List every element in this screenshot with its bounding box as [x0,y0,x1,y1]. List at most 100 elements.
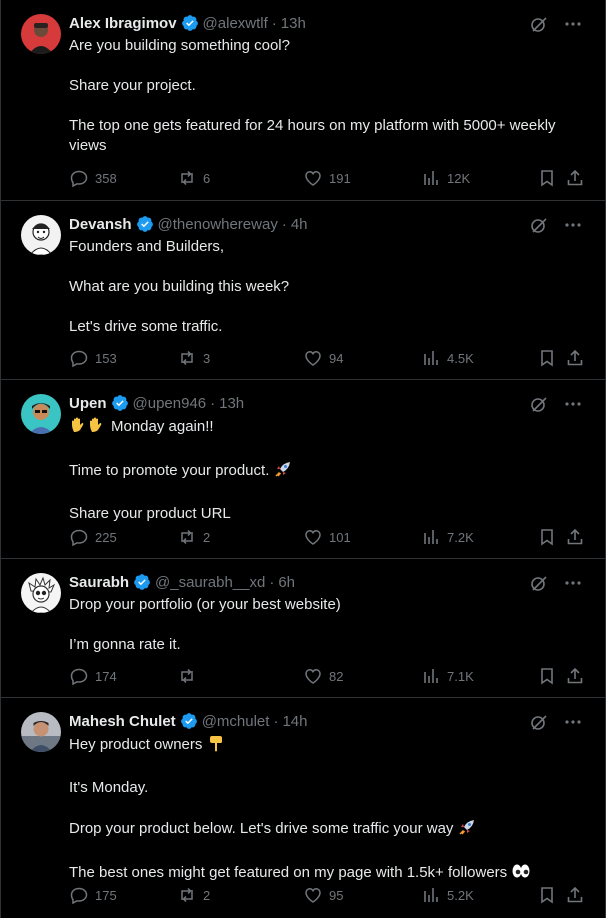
grok-icon[interactable] [529,394,549,414]
author-name[interactable]: Upen [69,395,107,412]
share-button[interactable] [565,168,585,188]
author-handle[interactable]: @_saurabh__xd [155,574,265,591]
author-handle[interactable]: @mchulet [202,713,270,730]
bookmark-button[interactable] [537,168,557,188]
more-icon[interactable] [563,14,583,34]
eyes-emoji-icon [511,862,531,886]
author-name[interactable]: Saurabh [69,574,129,591]
reply-icon [70,887,88,905]
like-button[interactable]: 191 [303,168,351,188]
tweet[interactable]: Mahesh Chulet @mchulet · 14h Hey product… [1,698,605,917]
author-name[interactable]: Devansh [69,216,132,233]
tweet-text: Hey product owners It's Monday. Drop you… [69,734,585,886]
repost-button[interactable] [177,666,203,686]
bookmark-button[interactable] [537,348,557,368]
grok-icon[interactable] [529,215,549,235]
view-count: 12K [447,170,471,186]
author-name[interactable]: Alex Ibragimov [69,15,177,32]
tweet-header: Mahesh Chulet @mchulet · 14h [69,711,535,731]
avatar[interactable] [21,14,61,54]
tweet-top-actions [529,712,583,732]
repost-button[interactable]: 2 [177,885,210,905]
reply-button[interactable]: 225 [69,527,117,547]
rocket-emoji-icon [458,818,476,842]
like-button[interactable]: 95 [303,885,343,905]
share-button[interactable] [565,527,585,547]
like-button[interactable]: 101 [303,527,351,547]
tweet[interactable]: Saurabh @_saurabh__xd · 6h Drop your por… [1,559,605,698]
tweet[interactable]: Devansh @thenowhereway · 4h Founders and… [1,201,605,380]
tweet-header: Devansh @thenowhereway · 4h [69,214,535,234]
tweet[interactable]: Alex Ibragimov @alexwtlf · 13h Are you b… [1,0,605,201]
more-icon[interactable] [563,712,583,732]
views-button[interactable]: 7.1K [421,666,474,686]
avatar[interactable] [21,712,61,752]
views-icon [424,669,438,683]
reply-count: 358 [95,170,117,186]
grok-icon[interactable] [529,573,549,593]
author-handle[interactable]: @upen946 [133,395,207,412]
views-button[interactable]: 7.2K [421,527,474,547]
like-button[interactable]: 94 [303,348,343,368]
tweet-top-actions [529,573,583,593]
like-button[interactable]: 82 [303,666,343,686]
author-handle[interactable]: @alexwtlf [203,15,268,32]
share-button[interactable] [565,348,585,368]
author-name[interactable]: Mahesh Chulet [69,713,176,730]
separator-dot: · [271,14,277,32]
views-button[interactable]: 4.5K [421,348,474,368]
avatar[interactable] [21,394,61,434]
share-icon [567,667,583,684]
like-icon [305,530,321,545]
reply-button[interactable]: 174 [69,666,117,686]
timestamp[interactable]: 6h [278,574,295,591]
views-button[interactable]: 5.2K [421,885,474,905]
author-handle[interactable]: @thenowhereway [158,216,278,233]
timestamp[interactable]: 4h [291,216,308,233]
views-icon [424,530,438,544]
like-count: 101 [329,529,351,545]
repost-button[interactable]: 3 [177,348,210,368]
views-button[interactable]: 12K [421,168,470,188]
verified-badge-icon [134,574,150,590]
repost-count: 2 [203,529,211,545]
grok-icon[interactable] [529,14,549,34]
repost-count: 3 [203,350,211,366]
repost-button[interactable]: 6 [177,168,210,188]
bookmark-button[interactable] [537,527,557,547]
tweet-text: Founders and Builders, What are you buil… [69,237,585,337]
tweet-line-text: The best ones might get featured on my p… [69,864,508,881]
like-icon [305,171,321,186]
tweet-line: Let's drive some traffic. [69,318,223,335]
bookmark-icon [541,668,553,685]
tweet[interactable]: Upen @upen946 · 13h Monday again!! Time … [1,380,605,559]
tweet-top-actions [529,394,583,414]
tweet-header: Alex Ibragimov @alexwtlf · 13h [69,13,535,33]
tweet-line-text: Hey product owners [69,736,203,753]
avatar[interactable] [21,573,61,613]
rocket-emoji-icon [274,460,292,484]
reply-button[interactable]: 175 [69,885,117,905]
more-icon[interactable] [563,215,583,235]
tweet-top-actions [529,215,583,235]
more-icon[interactable] [563,573,583,593]
share-button[interactable] [565,885,585,905]
reply-button[interactable]: 153 [69,348,117,368]
like-icon [305,888,321,903]
reply-button[interactable]: 358 [69,168,117,188]
grok-icon[interactable] [529,712,549,732]
repost-button[interactable]: 2 [177,527,210,547]
timestamp[interactable]: 14h [282,713,307,730]
tweet-line-text: Drop your product below. Let's drive som… [69,820,454,837]
reply-count: 174 [95,668,117,684]
views-icon [424,171,438,185]
timestamp[interactable]: 13h [219,395,244,412]
bookmark-button[interactable] [537,885,557,905]
tweet-line: The best ones might get featured on my p… [69,862,585,886]
reply-icon [70,170,88,188]
bookmark-button[interactable] [537,666,557,686]
share-button[interactable] [565,666,585,686]
more-icon[interactable] [563,394,583,414]
timestamp[interactable]: 13h [281,15,306,32]
avatar[interactable] [21,215,61,255]
